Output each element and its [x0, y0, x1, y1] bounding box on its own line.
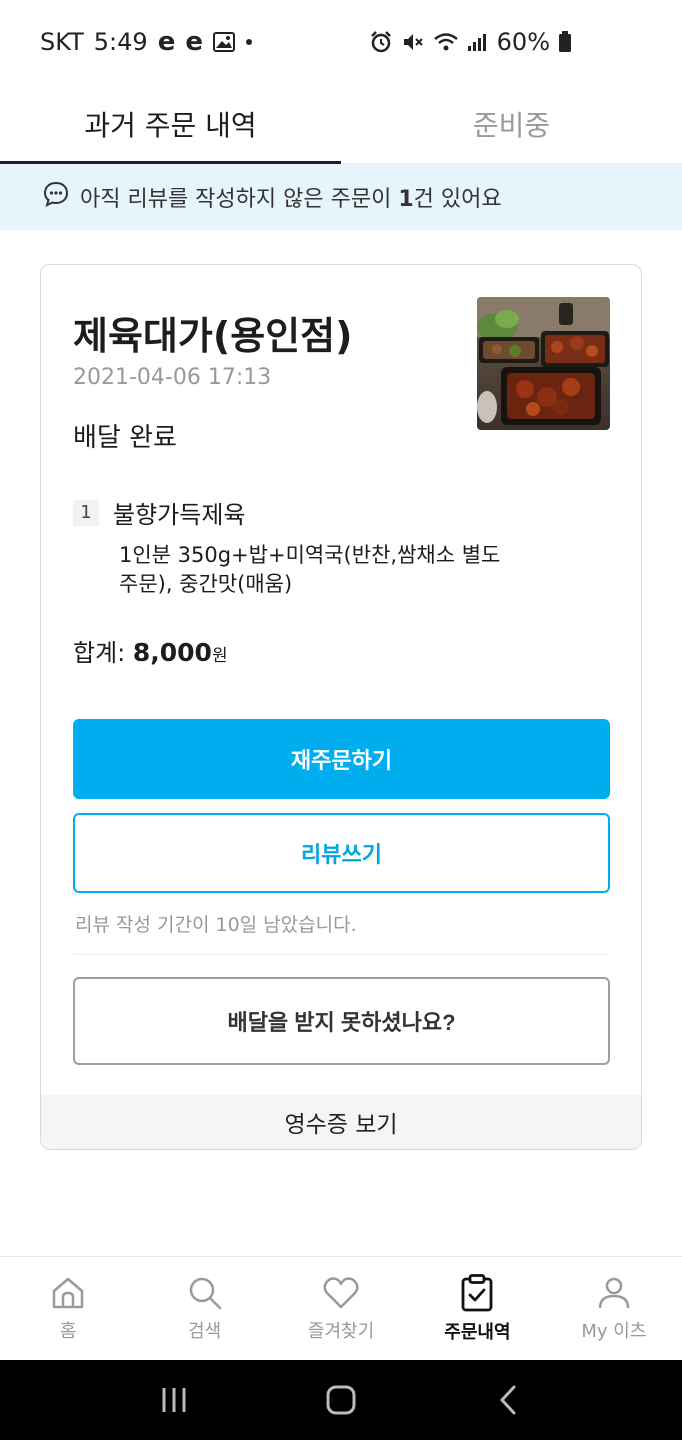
status-bar: SKT 5:49 e e 60%: [0, 0, 682, 84]
write-review-button[interactable]: 리뷰쓰기: [73, 813, 610, 893]
system-nav-bar: [0, 1360, 682, 1440]
order-tabs: 과거 주문 내역 준비중: [0, 84, 682, 164]
nav-label: 즐겨찾기: [307, 1320, 375, 1342]
order-date: 2021-04-06 17:13: [73, 365, 272, 390]
search-icon: [187, 1275, 223, 1311]
notification-e-icon: e: [185, 27, 203, 57]
nav-home[interactable]: 홈: [0, 1257, 136, 1360]
order-total: 합계: 8,000원: [73, 633, 228, 668]
tab-label: 과거 주문 내역: [84, 108, 257, 142]
view-receipt-button[interactable]: 영수증 보기: [41, 1095, 641, 1149]
review-period-text: 리뷰 작성 기간이 10일 남았습니다.: [75, 914, 357, 936]
clipboard-check-icon: [459, 1273, 495, 1312]
carrier-label: SKT: [40, 28, 84, 56]
review-notice-banner[interactable]: 아직 리뷰를 작성하지 않은 주문이 1건 있어요: [0, 164, 682, 230]
battery-label: 60%: [496, 28, 550, 56]
home-icon: [50, 1275, 86, 1311]
nav-label: My 이츠: [581, 1320, 647, 1342]
notice-prefix: 아직 리뷰를 작성하지 않은 주문이: [80, 187, 399, 212]
status-left: SKT 5:49 e e: [40, 27, 253, 57]
not-delivered-button[interactable]: 배달을 받지 못하셨나요?: [73, 977, 610, 1065]
notification-e-icon: e: [157, 27, 176, 57]
tab-past-orders[interactable]: 과거 주문 내역: [0, 84, 341, 164]
nav-label: 홈: [59, 1320, 77, 1342]
nav-my-eats[interactable]: My 이츠: [546, 1257, 682, 1360]
item-option: 1인분 350g+밥+미역국(반찬,쌈채소 별도주문), 중간맛(매움): [119, 543, 501, 596]
chat-bubble-icon: [42, 180, 70, 214]
nav-search[interactable]: 검색: [136, 1257, 272, 1360]
tab-preparing[interactable]: 준비중: [341, 84, 682, 163]
notice-suffix: 건 있어요: [413, 187, 502, 212]
total-label: 합계:: [73, 639, 133, 667]
status-right: 60%: [369, 28, 572, 56]
nav-label: 검색: [188, 1320, 222, 1342]
store-food-image[interactable]: [477, 297, 610, 430]
gallery-icon: [212, 28, 235, 56]
nav-favorites[interactable]: 즐겨찾기: [273, 1257, 409, 1360]
notice-count: 1: [398, 187, 414, 212]
alarm-icon: [369, 30, 393, 54]
battery-icon: [558, 31, 572, 53]
notice-text: 아직 리뷰를 작성하지 않은 주문이 1건 있어요: [80, 181, 502, 213]
recent-apps-button[interactable]: [144, 1375, 204, 1425]
signal-icon: [467, 32, 489, 52]
total-amount: 8,000: [132, 638, 212, 667]
nav-label: 주문내역: [444, 1321, 511, 1343]
wifi-icon: [433, 31, 459, 53]
item-quantity: 1: [73, 499, 99, 526]
total-unit: 원: [211, 646, 228, 666]
divider: [73, 954, 610, 955]
nav-orders[interactable]: 주문내역: [409, 1257, 545, 1360]
home-button[interactable]: [311, 1375, 371, 1425]
mute-icon: [401, 30, 425, 54]
order-card: 제육대가(용인점) 2021-04-06 17:13 배달 완료 1 불향가득제…: [40, 264, 642, 1150]
back-button[interactable]: [478, 1375, 538, 1425]
order-item-row: 1 불향가득제육: [73, 495, 245, 530]
reorder-button[interactable]: 재주문하기: [73, 719, 610, 799]
bottom-nav: 홈 검색 즐겨찾기 주문내역 My 이츠: [0, 1256, 682, 1360]
store-name[interactable]: 제육대가(용인점): [73, 305, 352, 360]
tab-label: 준비중: [472, 108, 551, 142]
order-status: 배달 완료: [73, 423, 177, 453]
item-name: 불향가득제육: [113, 501, 246, 529]
clock: 5:49: [93, 28, 148, 56]
dot-icon: [245, 28, 253, 56]
person-icon: [596, 1275, 632, 1311]
heart-icon: [322, 1275, 360, 1311]
